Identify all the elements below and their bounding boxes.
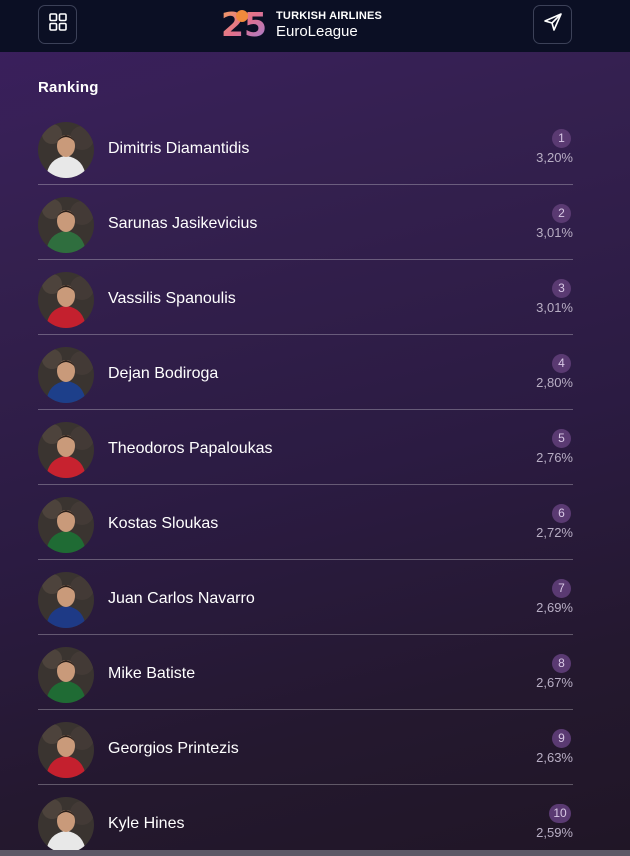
player-name: Theodoros Papaloukas bbox=[108, 440, 273, 457]
grid-icon bbox=[48, 13, 67, 36]
share-button[interactable] bbox=[533, 5, 572, 44]
vote-percentage: 2,80% bbox=[536, 375, 573, 390]
player-name: Dejan Bodiroga bbox=[108, 365, 219, 382]
player-avatar bbox=[38, 572, 94, 628]
rank-badge: 8 bbox=[552, 654, 571, 673]
logo-25-mark: 25 bbox=[220, 5, 270, 45]
rank-badge: 5 bbox=[552, 429, 571, 448]
player-name: Vassilis Spanoulis bbox=[108, 290, 236, 307]
rank-badge: 1 bbox=[552, 129, 571, 148]
vote-percentage: 2,69% bbox=[536, 600, 573, 615]
player-name: Kyle Hines bbox=[108, 815, 185, 832]
player-avatar bbox=[38, 122, 94, 178]
ranking-row[interactable]: Theodoros Papaloukas 5 2,76% bbox=[38, 410, 573, 485]
player-avatar bbox=[38, 272, 94, 328]
ranking-row[interactable]: Georgios Printezis 9 2,63% bbox=[38, 710, 573, 785]
player-name: Mike Batiste bbox=[108, 665, 196, 682]
player-avatar bbox=[38, 347, 94, 403]
rank-badge: 10 bbox=[549, 804, 571, 823]
vote-percentage: 3,20% bbox=[536, 150, 573, 165]
player-name: Georgios Printezis bbox=[108, 740, 239, 757]
player-name: Sarunas Jasikevicius bbox=[108, 215, 258, 232]
rank-badge: 9 bbox=[552, 729, 571, 748]
vote-percentage: 3,01% bbox=[536, 225, 573, 240]
ranking-row[interactable]: Dimitris Diamantidis 1 3,20% bbox=[38, 110, 573, 185]
vote-percentage: 2,76% bbox=[536, 450, 573, 465]
ranking-row[interactable]: Kyle Hines 10 2,59% bbox=[38, 785, 573, 856]
player-avatar bbox=[38, 497, 94, 553]
logo-line1: TURKISH AIRLINES bbox=[276, 10, 383, 22]
vote-percentage: 2,63% bbox=[536, 750, 573, 765]
bottom-edge bbox=[0, 850, 630, 856]
euroleague-logo[interactable]: 25 TURKISH AIRLINES EuroLeague bbox=[220, 5, 383, 45]
vote-percentage: 2,67% bbox=[536, 675, 573, 690]
player-avatar bbox=[38, 197, 94, 253]
player-name: Juan Carlos Navarro bbox=[108, 590, 255, 607]
rank-badge: 6 bbox=[552, 504, 571, 523]
player-avatar bbox=[38, 422, 94, 478]
ranking-row[interactable]: Dejan Bodiroga 4 2,80% bbox=[38, 335, 573, 410]
vote-percentage: 3,01% bbox=[536, 300, 573, 315]
ranking-row[interactable]: Juan Carlos Navarro 7 2,69% bbox=[38, 560, 573, 635]
send-icon bbox=[543, 12, 563, 37]
vote-percentage: 2,72% bbox=[536, 525, 573, 540]
logo-line2: EuroLeague bbox=[276, 23, 358, 40]
rank-badge: 4 bbox=[552, 354, 571, 373]
player-name: Dimitris Diamantidis bbox=[108, 140, 250, 157]
vote-percentage: 2,59% bbox=[536, 825, 573, 840]
rank-badge: 3 bbox=[552, 279, 571, 298]
top-bar: 25 TURKISH AIRLINES EuroLeague bbox=[0, 0, 630, 52]
ranking-row[interactable]: Kostas Sloukas 6 2,72% bbox=[38, 485, 573, 560]
rank-badge: 2 bbox=[552, 204, 571, 223]
player-avatar bbox=[38, 722, 94, 778]
player-name: Kostas Sloukas bbox=[108, 515, 219, 532]
player-avatar bbox=[38, 797, 94, 853]
ranking-list: Dimitris Diamantidis 1 3,20% Sarunas Jasike… bbox=[38, 110, 573, 856]
menu-grid-button[interactable] bbox=[38, 5, 77, 44]
ranking-title: Ranking bbox=[38, 79, 99, 96]
rank-badge: 7 bbox=[552, 579, 571, 598]
ranking-row[interactable]: Mike Batiste 8 2,67% bbox=[38, 635, 573, 710]
ranking-row[interactable]: Sarunas Jasikevicius 2 3,01% bbox=[38, 185, 573, 260]
player-avatar bbox=[38, 647, 94, 703]
ranking-row[interactable]: Vassilis Spanoulis 3 3,01% bbox=[38, 260, 573, 335]
